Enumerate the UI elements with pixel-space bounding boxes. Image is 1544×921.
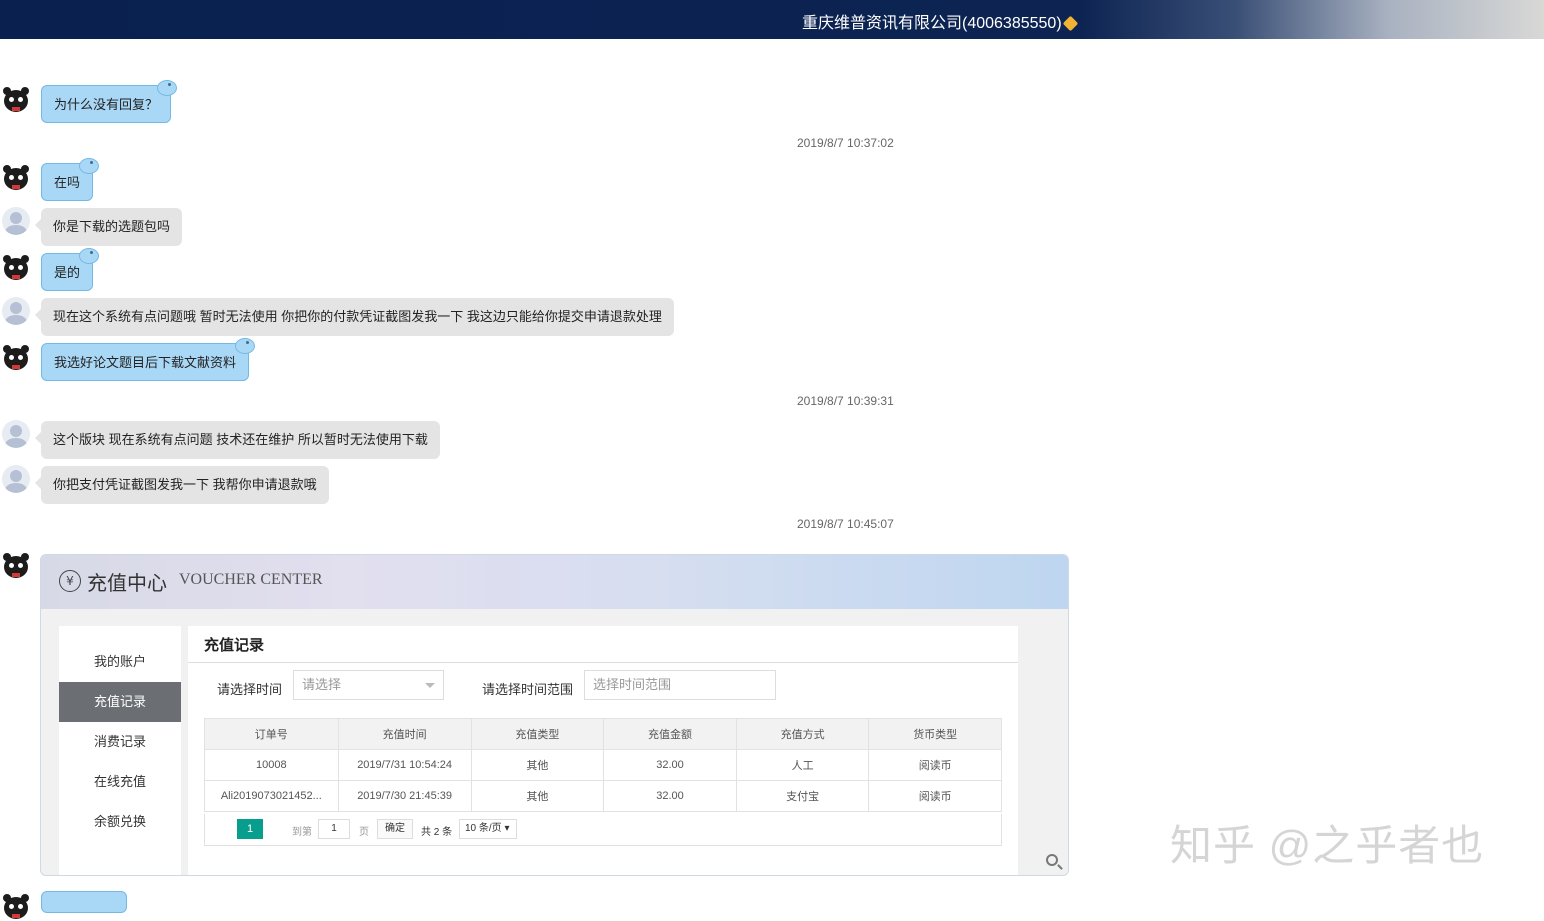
- table-cell: 其他: [470, 749, 605, 781]
- table-cell: 阅读币: [868, 780, 1002, 812]
- agent-avatar: [2, 86, 30, 114]
- message-bubble-agent: 在吗: [41, 158, 100, 201]
- timestamp: 2019/8/7 10:45:07: [797, 517, 894, 531]
- sidebar-item-recharge-records: 充值记录: [59, 682, 181, 722]
- range-filter-input: 选择时间范围: [584, 670, 776, 700]
- table-row: Ali2019073021452... 2019/7/30 21:45:39 其…: [204, 780, 1002, 812]
- chat-title: 重庆维普资讯有限公司(4006385550): [802, 9, 1078, 33]
- table-cell: 10008: [204, 749, 339, 781]
- goto-page-input: 1: [318, 819, 350, 839]
- chevron-down-icon: [425, 683, 435, 688]
- sidebar-item-consumption-records: 消费记录: [93, 734, 146, 749]
- section-title: 充值记录: [204, 637, 265, 654]
- zoom-in-icon[interactable]: [1046, 854, 1058, 866]
- yen-icon: ¥: [59, 570, 81, 592]
- agent-avatar: [2, 254, 30, 282]
- column-header: 充值类型: [470, 718, 605, 750]
- agent-avatar: [2, 893, 30, 921]
- message-bubble-agent-partial: [41, 891, 127, 913]
- voucher-sidebar: 我的账户 充值记录 消费记录 在线充值 余额兑换: [59, 626, 181, 875]
- sidebar-item-balance-exchange: 余额兑换: [93, 814, 146, 829]
- table-header-row: 订单号 充值时间 充值类型 充值金额 充值方式 货币类型: [204, 718, 1002, 750]
- user-avatar: [2, 420, 30, 448]
- timestamp: 2019/8/7 10:37:02: [797, 136, 894, 150]
- table-cell: 2019/7/31 10:54:24: [337, 749, 472, 781]
- verified-badge-icon: [1062, 15, 1078, 32]
- table-cell: Ali2019073021452...: [204, 780, 339, 812]
- column-header: 货币类型: [868, 718, 1002, 750]
- page-current: 1: [237, 819, 263, 839]
- message-bubble-agent: 是的: [41, 248, 100, 291]
- user-avatar: [2, 207, 30, 235]
- confirm-button: 确定: [377, 819, 413, 839]
- voucher-title-zh: 充值中心: [87, 573, 167, 595]
- table-cell: 32.00: [603, 749, 737, 781]
- user-avatar: [2, 465, 30, 493]
- table-cell: 其他: [470, 780, 605, 812]
- page-unit-label: 页: [359, 827, 369, 838]
- message-bubble-agent: 我选好论文题目后下载文献资料: [41, 338, 256, 381]
- voucher-center-header: ¥ 充值中心 VOUCHER CENTER: [41, 555, 1068, 609]
- message-bubble-agent: 为什么没有回复？: [41, 80, 178, 123]
- table-cell: 32.00: [603, 780, 737, 812]
- pagination: 1 到第 1 页 确定 共 2 条 10 条/页 ▾: [204, 814, 1002, 846]
- message-bubble-user: 你是下载的选题包吗: [34, 208, 183, 246]
- per-page-select: 10 条/页 ▾: [459, 819, 517, 839]
- total-count: 共 2 条: [421, 827, 453, 838]
- table-cell: 人工: [735, 749, 870, 781]
- column-header: 充值金额: [603, 718, 737, 750]
- recharge-records-panel: 充值记录 请选择时间 请选择 请选择时间范围 选择时间范围 订单号 充值时间 充…: [188, 626, 1018, 875]
- sidebar-item-account: 我的账户: [93, 654, 146, 669]
- column-header: 充值方式: [735, 718, 870, 750]
- time-filter-select: 请选择: [293, 670, 444, 700]
- agent-avatar: [2, 552, 30, 580]
- voucher-title-en: VOUCHER CENTER: [179, 571, 323, 588]
- top-bar: 重庆维普资讯有限公司(4006385550): [0, 0, 1544, 39]
- time-filter-label: 请选择时间: [217, 682, 283, 697]
- goto-label: 到第: [292, 827, 312, 838]
- user-avatar: [2, 297, 30, 325]
- message-bubble-user: 现在这个系统有点问题哦 暂时无法使用 你把你的付款凭证截图发我一下 我这边只能给…: [35, 298, 674, 336]
- image-message[interactable]: ¥ 充值中心 VOUCHER CENTER 我的账户 充值记录 消费记录 在线充…: [40, 554, 1069, 876]
- sidebar-item-online-recharge: 在线充值: [93, 774, 146, 789]
- divider: [188, 662, 1018, 663]
- message-bubble-user: 你把支付凭证截图发我一下 我帮你申请退款哦: [35, 466, 329, 504]
- column-header: 订单号: [204, 718, 339, 750]
- table-cell: 支付宝: [735, 780, 870, 812]
- timestamp: 2019/8/7 10:39:31: [797, 394, 894, 408]
- table-cell: 2019/7/30 21:45:39: [337, 780, 472, 812]
- watermark: 知乎 @之乎者也: [1170, 822, 1485, 869]
- range-filter-label: 请选择时间范围: [482, 682, 574, 697]
- agent-avatar: [2, 344, 30, 372]
- table-cell: 阅读币: [868, 749, 1002, 781]
- column-header: 充值时间: [337, 718, 472, 750]
- recharge-table: 订单号 充值时间 充值类型 充值金额 充值方式 货币类型 10008 2019/…: [204, 718, 1002, 812]
- message-bubble-user: 这个版块 现在系统有点问题 技术还在维护 所以暂时无法使用下载: [35, 421, 440, 459]
- agent-avatar: [2, 164, 30, 192]
- table-row: 10008 2019/7/31 10:54:24 其他 32.00 人工 阅读币: [204, 749, 1002, 781]
